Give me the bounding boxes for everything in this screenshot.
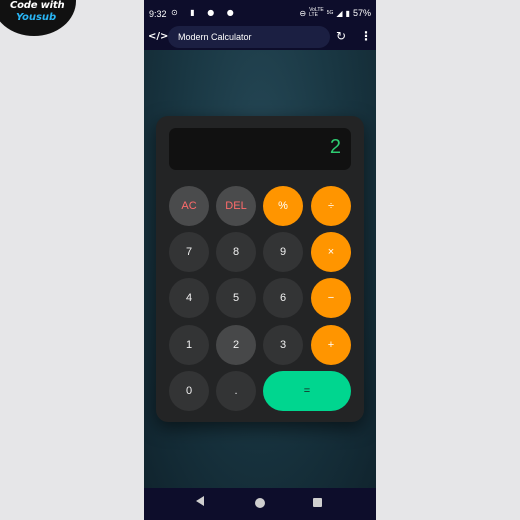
calculator-display: 2: [169, 128, 351, 170]
plus-button[interactable]: +: [311, 325, 351, 365]
system-nav-bar: [144, 488, 376, 520]
digit-6-button[interactable]: 6: [263, 278, 303, 318]
decimal-button[interactable]: .: [216, 371, 256, 411]
status-right-icons: ⊖ VoLTE LTE 5G ◢ ▮ 57%: [299, 8, 371, 19]
more-menu-icon[interactable]: ⋮: [360, 29, 372, 43]
watermark-logo: Code with Yousub: [0, 0, 76, 36]
divide-button[interactable]: ÷: [311, 186, 351, 226]
digit-5-button[interactable]: 5: [216, 278, 256, 318]
network-icon: VoLTE LTE: [309, 8, 324, 18]
digit-8-button[interactable]: 8: [216, 232, 256, 272]
digit-7-button[interactable]: 7: [169, 232, 209, 272]
home-icon[interactable]: [255, 498, 265, 508]
status-time: 9:32: [149, 9, 167, 19]
status-bar: 9:32 ⊙ ▮ ● ● ⊖ VoLTE LTE 5G ◢ ▮ 57%: [144, 0, 376, 28]
app-bar: </> Modern Calculator ↻ ⋮: [144, 26, 376, 50]
web-content: 2 AC DEL % ÷ 7 8 9 × 4 5 6 − 1 2 3 + 0 .: [144, 50, 376, 488]
recent-apps-icon[interactable]: [313, 498, 322, 507]
signal-icon: ◢: [336, 8, 343, 18]
digit-2-button[interactable]: 2: [216, 325, 256, 365]
percent-button[interactable]: %: [263, 186, 303, 226]
delete-button[interactable]: DEL: [216, 186, 256, 226]
minus-button[interactable]: −: [311, 278, 351, 318]
back-icon[interactable]: [196, 496, 204, 506]
watermark-line2: Yousub: [16, 12, 57, 23]
network-bottom-label: LTE: [309, 12, 318, 18]
battery-icon: ▮: [345, 8, 350, 18]
multiply-button[interactable]: ×: [311, 232, 351, 272]
code-icon[interactable]: </>: [148, 31, 168, 42]
digit-3-button[interactable]: 3: [263, 325, 303, 365]
clear-button[interactable]: AC: [169, 186, 209, 226]
watermark-line1: Code with: [10, 0, 65, 11]
equals-button[interactable]: =: [263, 371, 351, 411]
digit-4-button[interactable]: 4: [169, 278, 209, 318]
calculator: 2 AC DEL % ÷ 7 8 9 × 4 5 6 − 1 2 3 + 0 .: [156, 116, 364, 422]
digit-1-button[interactable]: 1: [169, 325, 209, 365]
page-title-bar[interactable]: Modern Calculator: [168, 26, 330, 48]
display-value: 2: [329, 136, 341, 158]
dnd-icon: ⊖: [299, 8, 307, 18]
notification-icons: ⊙ ▮ ● ●: [171, 8, 239, 17]
digit-9-button[interactable]: 9: [263, 232, 303, 272]
battery-level: 57%: [352, 8, 371, 18]
digit-0-button[interactable]: 0: [169, 371, 209, 411]
reload-icon[interactable]: ↻: [336, 29, 346, 43]
signal-label: 5G: [326, 9, 334, 16]
phone-screen: 9:32 ⊙ ▮ ● ● ⊖ VoLTE LTE 5G ◢ ▮ 57% </> …: [144, 0, 376, 520]
